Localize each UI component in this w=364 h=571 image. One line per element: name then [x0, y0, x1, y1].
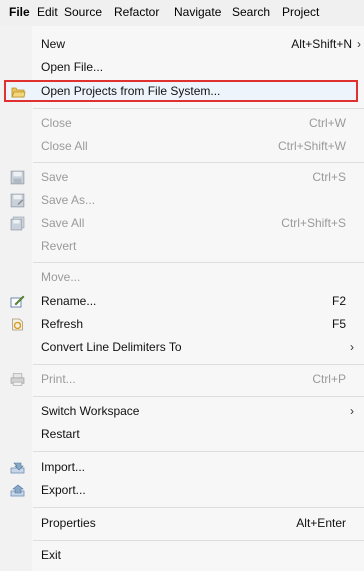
- menu-item-restart[interactable]: Restart: [0, 423, 364, 446]
- menu-item-label: Convert Line Delimiters To: [41, 340, 182, 354]
- menu-item-new[interactable]: New Alt+Shift+N ›: [0, 33, 364, 56]
- menu-separator: [33, 162, 364, 163]
- menubar-file[interactable]: File: [9, 3, 30, 22]
- menu-item-label: Save All: [41, 216, 85, 230]
- menu-item-label: New: [41, 37, 66, 51]
- save-as-icon: [10, 193, 25, 208]
- menu-item-shortcut: Ctrl+S: [312, 170, 346, 184]
- refresh-icon: [12, 318, 23, 331]
- menu-item-refresh[interactable]: Refresh F5: [0, 313, 364, 336]
- menu-item-shortcut: Alt+Shift+N: [291, 37, 352, 51]
- menu-item-move[interactable]: Move...: [0, 266, 364, 289]
- menu-item-properties[interactable]: Properties Alt+Enter: [0, 512, 364, 535]
- menu-item-shortcut: F2: [331, 294, 346, 308]
- menu-item-shortcut: Ctrl+W: [309, 116, 346, 130]
- menu-separator: [33, 262, 364, 263]
- menu-item-exit[interactable]: Exit: [0, 544, 364, 567]
- menu-item-open-projects[interactable]: Open Projects from File System...: [0, 80, 364, 103]
- menu-item-label: Save As...: [41, 193, 96, 207]
- menu-separator: [33, 451, 364, 452]
- folder-icon: [11, 87, 26, 98]
- menu-item-close[interactable]: Close Ctrl+W: [0, 112, 364, 135]
- menu-item-import[interactable]: Import...: [0, 456, 364, 479]
- menu-item-label: Switch Workspace: [41, 404, 140, 418]
- file-menu: New Alt+Shift+N › Open File... Open Proj…: [0, 26, 364, 571]
- menu-item-label: Open Projects from File System...: [41, 84, 221, 98]
- menu-item-label: Revert: [41, 239, 77, 253]
- save-icon: [10, 170, 25, 185]
- menu-item-label: Move...: [41, 270, 81, 284]
- chevron-right-icon: ›: [350, 340, 354, 354]
- menubar-refactor[interactable]: Refactor: [114, 3, 159, 22]
- menu-item-switch-workspace[interactable]: Switch Workspace ›: [0, 400, 364, 423]
- menu-item-save-all[interactable]: Save All Ctrl+Shift+S: [0, 212, 364, 235]
- menubar-navigate[interactable]: Navigate: [174, 3, 221, 22]
- rename-icon: [10, 295, 25, 308]
- printer-icon: [10, 373, 25, 386]
- menu-item-label: Save: [41, 170, 69, 184]
- menu-item-label: Print...: [41, 372, 76, 386]
- menu-item-shortcut: Ctrl+Shift+S: [281, 216, 346, 230]
- menu-item-label: Exit: [41, 548, 62, 562]
- menu-item-shortcut: Alt+Enter: [296, 516, 346, 530]
- menu-item-label: Open File...: [41, 60, 104, 74]
- menu-item-label: Close: [41, 116, 72, 130]
- menu-item-rename[interactable]: Rename... F2: [0, 290, 364, 313]
- menu-item-label: Export...: [41, 483, 86, 497]
- import-icon: [10, 462, 25, 474]
- menubar-search[interactable]: Search: [232, 3, 270, 22]
- chevron-right-icon: ›: [357, 37, 361, 51]
- menubar-edit[interactable]: Edit: [37, 3, 58, 22]
- menubar-project[interactable]: Project: [282, 3, 319, 22]
- menu-item-open-file[interactable]: Open File...: [0, 56, 364, 79]
- menu-item-save-as[interactable]: Save As...: [0, 189, 364, 212]
- menu-item-shortcut: F5: [331, 317, 346, 331]
- menu-separator: [33, 507, 364, 508]
- menu-bar: File Edit Source Refactor Navigate Searc…: [0, 0, 364, 27]
- menu-item-convert-line-delimiters[interactable]: Convert Line Delimiters To ›: [0, 336, 364, 359]
- menu-item-revert[interactable]: Revert: [0, 235, 364, 258]
- export-icon: [10, 484, 25, 497]
- menu-item-label: Refresh: [41, 317, 84, 331]
- chevron-right-icon: ›: [350, 404, 354, 418]
- menu-item-print[interactable]: Print... Ctrl+P: [0, 368, 364, 391]
- menu-separator: [33, 396, 364, 397]
- menu-item-label: Properties: [41, 516, 96, 530]
- menu-item-label: Restart: [41, 427, 80, 441]
- save-all-icon: [10, 216, 25, 231]
- menu-item-shortcut: Ctrl+P: [312, 372, 346, 386]
- menubar-source[interactable]: Source: [64, 3, 102, 22]
- menu-separator: [33, 540, 364, 541]
- menu-item-save[interactable]: Save Ctrl+S: [0, 166, 364, 189]
- menu-item-close-all[interactable]: Close All Ctrl+Shift+W: [0, 135, 364, 158]
- menu-item-label: Rename...: [41, 294, 97, 308]
- menu-separator: [33, 364, 364, 365]
- menu-item-label: Import...: [41, 460, 86, 474]
- menu-separator: [33, 108, 364, 109]
- menu-item-export[interactable]: Export...: [0, 479, 364, 502]
- menu-item-label: Close All: [41, 139, 88, 153]
- menu-item-shortcut: Ctrl+Shift+W: [277, 139, 346, 153]
